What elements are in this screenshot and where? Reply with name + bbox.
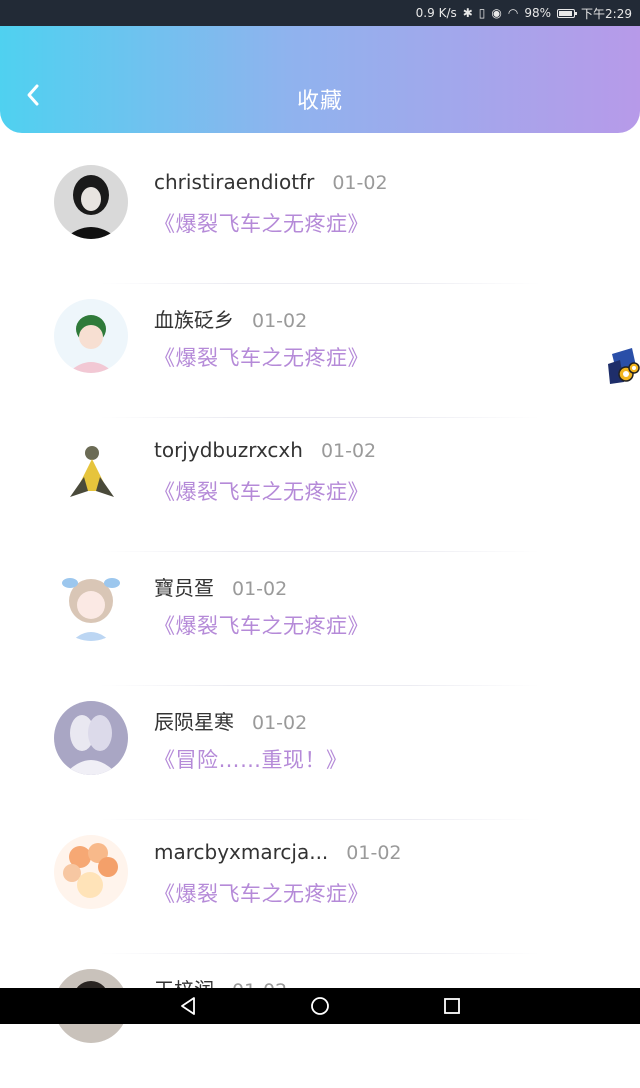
game-title-link[interactable]: 《爆裂飞车之无疼症》 [154,208,369,238]
avatar [54,165,128,239]
clock: 下午2:29 [581,6,632,21]
vibrate-icon: ▯ [478,6,486,20]
nav-back-button[interactable] [177,995,199,1017]
system-nav-bar [0,988,640,1024]
floating-assistant-button[interactable] [606,346,640,388]
wifi-icon: ◠ [507,6,519,20]
list-item[interactable]: marcbyxmarcja... 01-02 《爆裂飞车之无疼症》 [0,820,640,954]
username: 血族砭乡 [154,308,234,332]
avatar [54,433,128,507]
square-recents-icon [444,998,460,1014]
battery-icon [557,8,578,18]
avatar [54,701,128,775]
battery-percent: 98% [524,6,552,20]
date: 01-02 [232,578,288,600]
nav-recents-button[interactable] [441,995,463,1017]
date: 01-02 [332,172,388,194]
list-item[interactable]: 寶员疍 01-02 《爆裂飞车之无疼症》 [0,552,640,686]
date: 01-02 [346,842,402,864]
header-bar: 收藏 [0,26,640,133]
date: 01-02 [252,310,308,332]
network-speed: 0.9 K/s [415,6,457,20]
username: 寶员疍 [154,576,214,600]
username: torjydbuzrxcxh [154,438,303,462]
date: 01-02 [252,712,308,734]
circle-home-icon [311,997,329,1015]
game-title-link[interactable]: 《爆裂飞车之无疼症》 [154,878,369,908]
assistant-icon [608,348,640,384]
eye-icon: ◉ [491,6,502,20]
list-item[interactable]: torjydbuzrxcxh 01-02 《爆裂飞车之无疼症》 [0,418,640,552]
avatar [54,835,128,909]
page-title: 收藏 [296,89,343,114]
triangle-back-icon [181,997,195,1015]
avatar [54,299,128,373]
username: 辰陨星寒 [154,710,234,734]
game-title-link[interactable]: 《爆裂飞车之无疼症》 [154,342,369,372]
list-item[interactable]: 血族砭乡 01-02 《爆裂飞车之无疼症》 [0,284,640,418]
list-item[interactable]: christiraendiotfr 01-02 《爆裂飞车之无疼症》 [0,150,640,284]
status-bar: 0.9 K/s ✱ ▯ ◉ ◠ 98% 下午2:29 [0,0,640,26]
avatar [54,567,128,641]
username: marcbyxmarcja... [154,840,329,864]
favorites-list: christiraendiotfr 01-02 《爆裂飞车之无疼症》 血族砭乡 … [0,150,640,1088]
bluetooth-icon: ✱ [462,6,473,20]
date: 01-02 [320,440,377,462]
game-title-link[interactable]: 《冒险……重现！》 [154,744,348,774]
username: christiraendiotfr [154,170,315,194]
game-title-link[interactable]: 《爆裂飞车之无疼症》 [154,476,369,506]
game-title-link[interactable]: 《爆裂飞车之无疼症》 [154,610,369,640]
nav-home-button[interactable] [309,995,331,1017]
list-item[interactable]: 辰陨星寒 01-02 《冒险……重现！》 [0,686,640,820]
